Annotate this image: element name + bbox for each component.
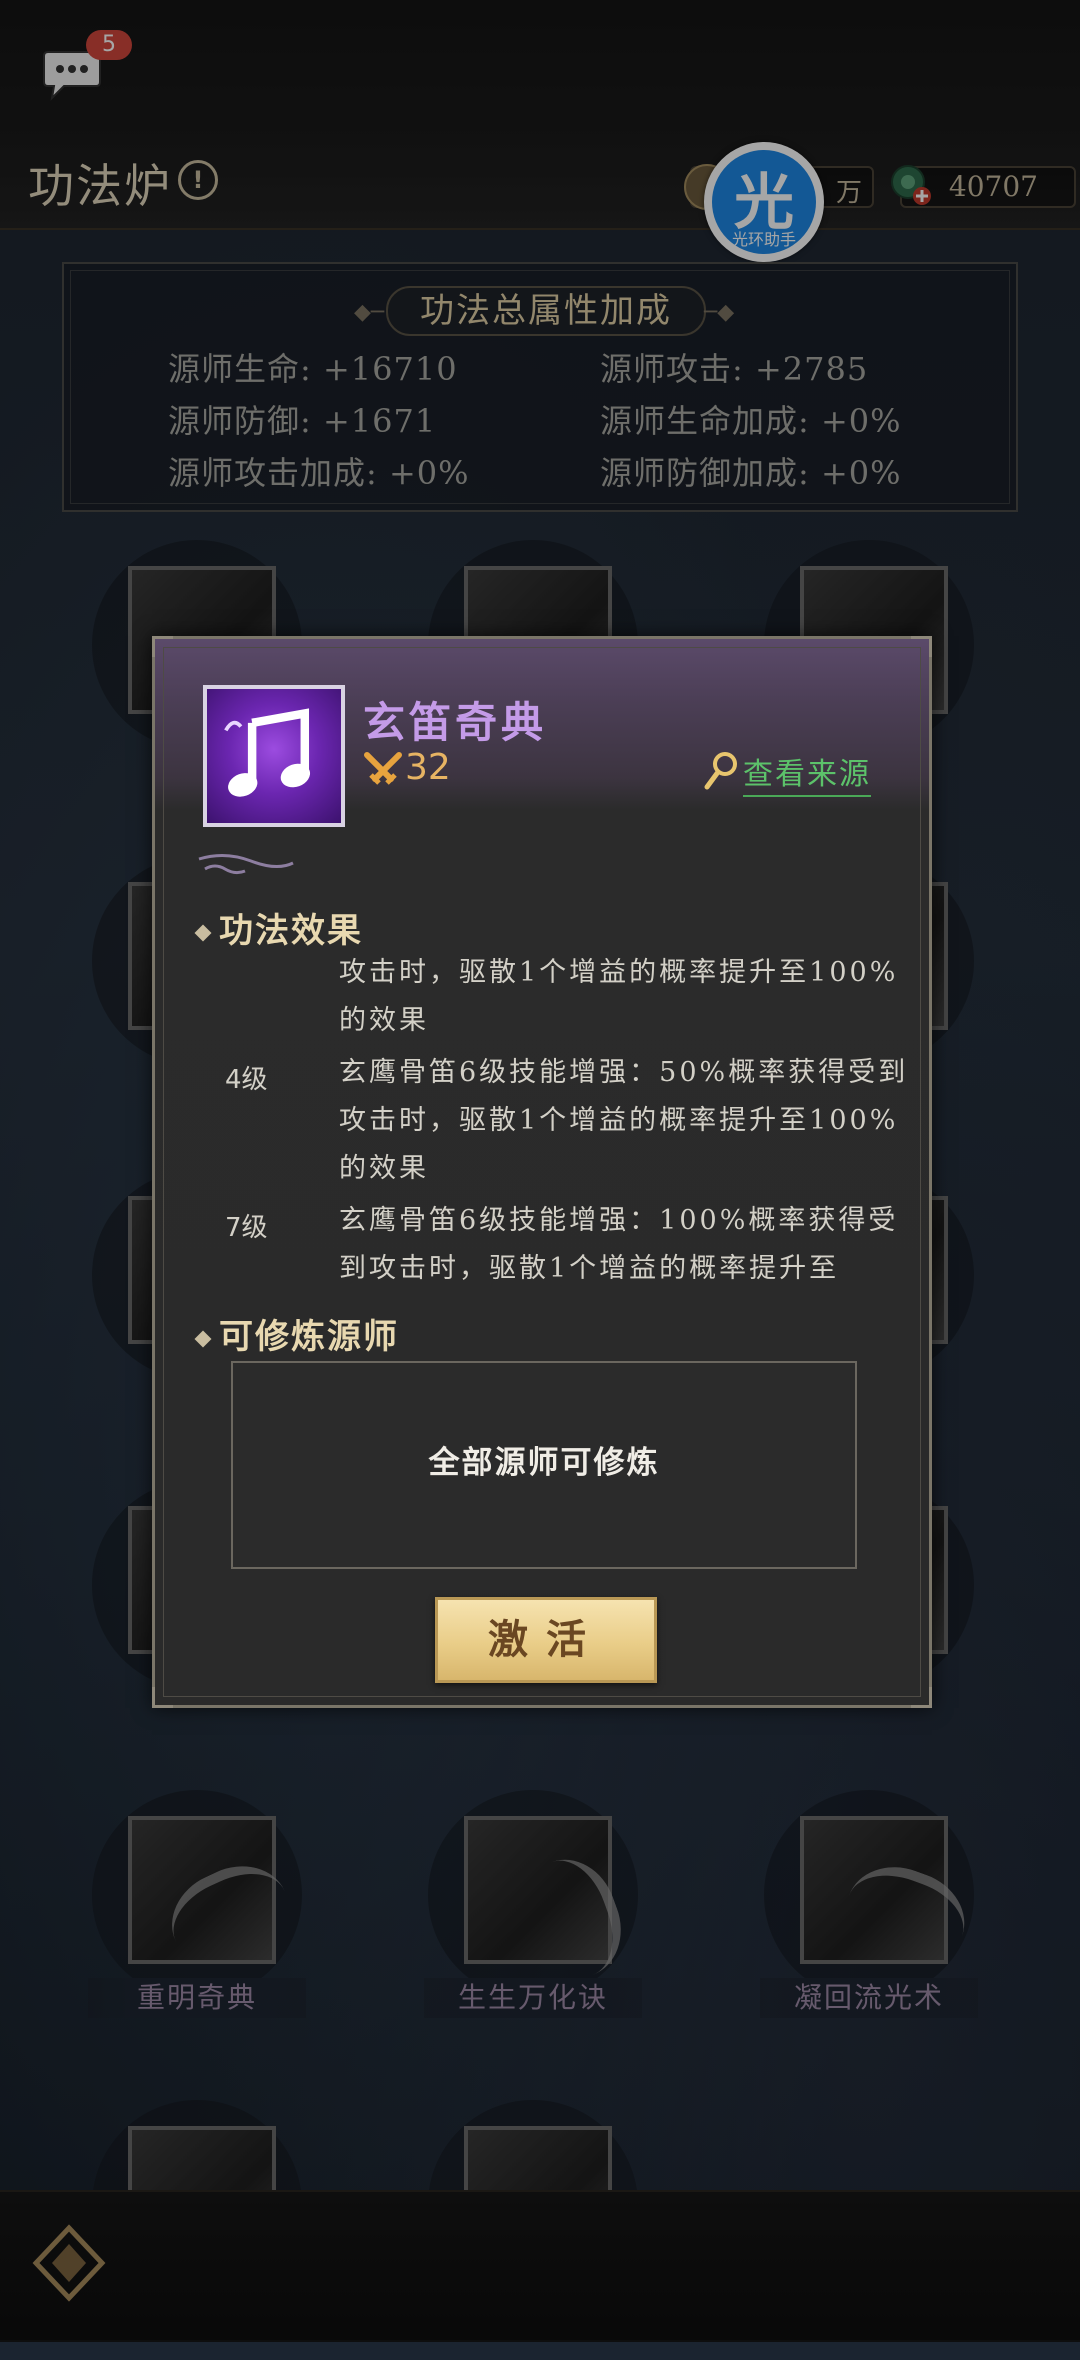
crossed-swords-icon [364,752,402,785]
effect-section-title: 功法效果 [194,903,363,952]
view-source-link[interactable]: 查看来源 [743,749,871,797]
skill-level: 32 [405,747,451,788]
effect-text: 玄鹰骨笛6级技能增强：100%概率获得受到攻击时，驱散1个增益的概率提升至100… [339,1205,899,1284]
magnifier-icon[interactable] [703,751,739,791]
effect-level: 7级 [225,1213,268,1243]
activate-button[interactable]: 激活 [435,1597,657,1683]
trainable-text: 全部源师可修炼 [428,1445,660,1481]
trainable-box: 全部源师可修炼 [231,1361,857,1569]
cloud-swirl-icon [198,854,294,875]
diamond-icon [194,924,212,942]
effect-text: 攻击时，驱散1个增益的概率提升至100%的效果 [339,957,899,1036]
skill-name: 玄笛奇典 [363,698,548,747]
skill-detail-dialog: 玄笛奇典 32 查看来源 功法效果 攻击时，驱散1个增益的概率提升至100%的效… [152,636,932,1708]
trainable-section-title: 可修炼源师 [194,1309,399,1358]
effect-text: 玄鹰骨笛6级技能增强：50%概率获得受到攻击时，驱散1个增益的概率提升至100%… [339,1057,909,1184]
music-note-icon [203,685,345,827]
diamond-icon [194,1330,212,1348]
effect-level: 4级 [225,1065,268,1095]
